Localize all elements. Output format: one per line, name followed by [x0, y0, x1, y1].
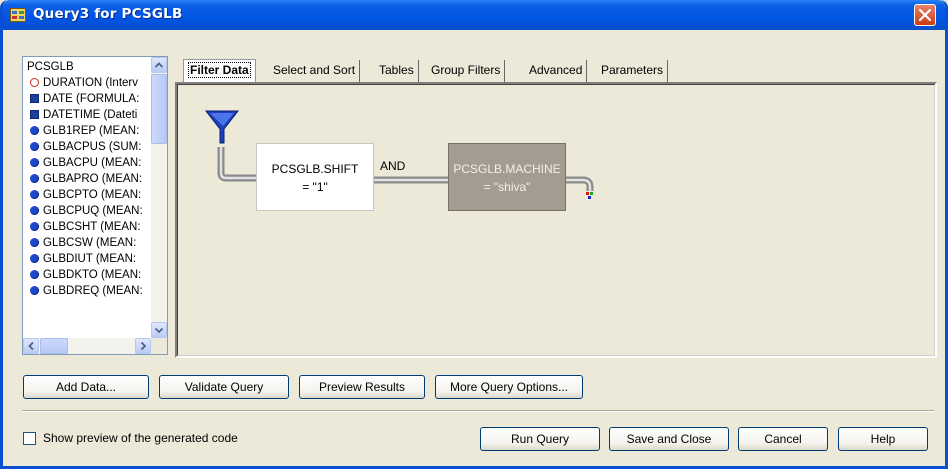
tab-label: Tables — [379, 63, 414, 77]
vertical-scroll-thumb[interactable] — [151, 74, 167, 144]
numeric-dot-icon — [30, 222, 39, 231]
chevron-up-icon — [154, 62, 164, 68]
numeric-dot-icon — [30, 158, 39, 167]
list-item[interactable]: PCSGLB — [23, 59, 151, 75]
list-item-label: GLBACPU (MEAN: — [43, 157, 142, 169]
filter-condition-machine[interactable]: PCSGLB.MACHINE = "shiva" — [448, 143, 566, 211]
funnel-icon — [204, 110, 240, 144]
list-item[interactable]: GLBCPUQ (MEAN: — [23, 203, 151, 219]
show-preview-checkbox[interactable] — [23, 432, 36, 445]
separator — [22, 410, 934, 412]
preview-results-button[interactable]: Preview Results — [299, 375, 425, 399]
and-connector[interactable]: AND — [380, 159, 405, 173]
list-item-label: DATE (FORMULA: — [43, 93, 140, 105]
scroll-left-button[interactable] — [23, 338, 39, 354]
list-item-label: GLBCPUQ (MEAN: — [43, 205, 143, 217]
numeric-dot-icon — [30, 126, 39, 135]
close-button[interactable] — [914, 4, 936, 26]
filter-condition-shift[interactable]: PCSGLB.SHIFT = "1" — [256, 143, 374, 211]
tab-select-and-sort[interactable]: Select and Sort — [269, 60, 361, 82]
more-query-options-button[interactable]: More Query Options... — [435, 375, 583, 399]
calendar-icon — [30, 94, 39, 103]
list-item[interactable]: GLB1REP (MEAN: — [23, 123, 151, 139]
numeric-dot-icon — [30, 270, 39, 279]
filter-field-label: PCSGLB.MACHINE — [453, 162, 561, 176]
list-item-label: GLBAPRO (MEAN: — [43, 173, 143, 185]
calendar-icon — [30, 110, 39, 119]
numeric-dot-icon — [30, 286, 39, 295]
list-item-label: GLBCSHT (MEAN: — [43, 221, 141, 233]
numeric-dot-icon — [30, 190, 39, 199]
scroll-down-button[interactable] — [151, 322, 167, 338]
tab-label: Group Filters — [431, 63, 501, 77]
tab-parameters[interactable]: Parameters — [597, 60, 669, 82]
tab-group-filters[interactable]: Group Filters — [427, 60, 506, 82]
numeric-dot-icon — [30, 174, 39, 183]
list-item[interactable]: DATE (FORMULA: — [23, 91, 151, 107]
list-item-label: GLBDKTO (MEAN: — [43, 269, 142, 281]
tab-label: Parameters — [601, 63, 664, 77]
list-item[interactable]: GLBACPUS (SUM: — [23, 139, 151, 155]
chevron-down-icon — [154, 327, 164, 334]
validate-query-button[interactable]: Validate Query — [159, 375, 289, 399]
tab-label: Filter Data — [188, 62, 251, 78]
numeric-dot-icon — [30, 206, 39, 215]
tab-label: Select and Sort — [273, 63, 356, 77]
list-item-label: GLBDREQ (MEAN: — [43, 285, 143, 297]
tab-label: Advanced — [529, 63, 583, 77]
list-item[interactable]: DATETIME (Dateti — [23, 107, 151, 123]
filter-field-label: PCSGLB.SHIFT — [271, 162, 359, 176]
chevron-right-icon — [140, 341, 147, 351]
close-icon — [919, 9, 931, 21]
tab-advanced[interactable]: Advanced — [525, 60, 588, 82]
filter-value-label: = "shiva" — [483, 180, 531, 194]
list-item[interactable]: GLBCPTO (MEAN: — [23, 187, 151, 203]
list-item-label: GLBDIUT (MEAN: — [43, 253, 137, 265]
title-bar[interactable]: Query3 for PCSGLB — [3, 0, 945, 30]
help-button[interactable]: Help — [838, 427, 928, 451]
query-app-icon — [10, 8, 26, 22]
scroll-up-button[interactable] — [151, 57, 167, 73]
output-drop-icon — [586, 192, 593, 199]
list-item[interactable]: GLBDREQ (MEAN: — [23, 283, 151, 299]
clock-icon — [30, 78, 39, 87]
scroll-corner — [151, 338, 167, 354]
numeric-dot-icon — [30, 142, 39, 151]
list-item[interactable]: GLBCSHT (MEAN: — [23, 219, 151, 235]
list-item-label: GLBCPTO (MEAN: — [43, 189, 142, 201]
vertical-scrollbar[interactable] — [151, 57, 167, 338]
list-item-label: GLBCSW (MEAN: — [43, 237, 137, 249]
list-item[interactable]: GLBCSW (MEAN: — [23, 235, 151, 251]
scroll-right-button[interactable] — [135, 338, 151, 354]
list-item-label: DATETIME (Dateti — [43, 109, 138, 121]
field-list[interactable]: PCSGLB DURATION (Interv DATE (FORMULA: D… — [22, 56, 168, 355]
horizontal-scrollbar[interactable] — [23, 338, 151, 354]
list-item-label: GLBACPUS (SUM: — [43, 141, 142, 153]
numeric-dot-icon — [30, 238, 39, 247]
chevron-left-icon — [28, 341, 34, 351]
cancel-button[interactable]: Cancel — [738, 427, 828, 451]
filter-flow-diagram — [217, 147, 594, 191]
list-item[interactable]: GLBDIUT (MEAN: — [23, 251, 151, 267]
filter-canvas[interactable]: PCSGLB.SHIFT = "1" AND PCSGLB.MACHINE = … — [175, 82, 937, 358]
save-and-close-button[interactable]: Save and Close — [609, 427, 729, 451]
list-item[interactable]: GLBAPRO (MEAN: — [23, 171, 151, 187]
list-item[interactable]: GLBDKTO (MEAN: — [23, 267, 151, 283]
list-item[interactable]: DURATION (Interv — [23, 75, 151, 91]
numeric-dot-icon — [30, 254, 39, 263]
tab-tables[interactable]: Tables — [375, 60, 419, 82]
show-preview-label: Show preview of the generated code — [43, 431, 238, 445]
tab-filter-data[interactable]: Filter Data — [183, 59, 256, 83]
list-item-label: DURATION (Interv — [43, 77, 138, 89]
horizontal-scroll-thumb[interactable] — [40, 338, 68, 354]
run-query-button[interactable]: Run Query — [480, 427, 600, 451]
list-item[interactable]: GLBACPU (MEAN: — [23, 155, 151, 171]
add-data-button[interactable]: Add Data... — [23, 375, 149, 399]
window-title: Query3 for PCSGLB — [33, 6, 183, 22]
list-item-label: GLB1REP (MEAN: — [43, 125, 140, 137]
filter-value-label: = "1" — [302, 180, 328, 194]
list-item-label: PCSGLB — [27, 61, 74, 73]
query-window: Query3 for PCSGLB PCSGLB DURATION (Inter… — [0, 0, 948, 469]
